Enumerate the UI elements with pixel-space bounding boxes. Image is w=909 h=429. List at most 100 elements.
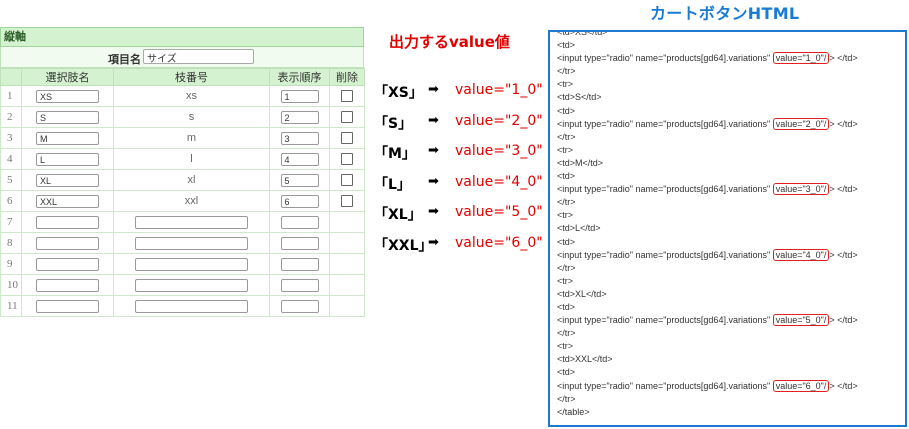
branch-number-input[interactable] <box>135 299 248 313</box>
highlighted-value: value="5_0"/ <box>772 314 830 327</box>
code-line: </tr> <box>557 262 858 275</box>
code-text: </tr> <box>557 66 576 77</box>
row-number: 8 <box>0 232 22 254</box>
option-name-input[interactable]: XL <box>36 173 99 187</box>
right-arrow-icon: ➡ <box>428 143 439 158</box>
code-line-input: <input type="radio" name="products[gd64]… <box>557 183 858 196</box>
option-name-input[interactable] <box>36 278 99 292</box>
column-header-num <box>0 68 22 86</box>
size-label: 「XXL」 <box>374 237 433 254</box>
branch-number-input[interactable]: m <box>135 132 248 145</box>
display-order-input[interactable]: 1 <box>280 89 319 103</box>
table-row: 4Ll4 <box>0 148 365 170</box>
branch-number-input[interactable] <box>135 278 248 292</box>
table-row: 6 XXL xxl 6 <box>0 190 365 212</box>
branch-number-input[interactable] <box>135 215 248 229</box>
value-string: value="5_0" <box>455 204 543 220</box>
code-line-input: <input type="radio" name="products[gd64]… <box>557 117 858 131</box>
display-order-input[interactable]: 3 <box>280 131 319 145</box>
code-line: <tr> <box>557 78 858 91</box>
row-number: 1 <box>0 85 22 107</box>
delete-checkbox[interactable] <box>341 153 353 166</box>
code-text: </td> <box>837 118 858 129</box>
size-label: 「M」 <box>374 146 416 162</box>
column-header-option-name: 選択肢名 <box>21 68 114 86</box>
delete-checkbox[interactable] <box>341 195 353 208</box>
table-row: 7 <box>0 211 365 233</box>
item-name-input[interactable]: サイズ <box>143 49 254 65</box>
column-header-delete: 削除 <box>329 68 365 86</box>
option-name-input[interactable]: S <box>36 110 99 124</box>
display-order-input[interactable]: 4 <box>280 152 319 166</box>
right-arrow-icon: ➡ <box>428 82 439 97</box>
branch-number-input[interactable]: xxl <box>135 195 248 208</box>
code-line: <tr> <box>557 144 858 157</box>
branch-number-input[interactable] <box>135 236 248 250</box>
highlighted-value: value="1_0"/ <box>772 52 830 65</box>
highlighted-value: value="3_0"/ <box>772 183 830 196</box>
option-name-input[interactable]: XS <box>36 89 99 103</box>
code-text: <td> <box>557 40 576 51</box>
branch-number-input[interactable] <box>135 257 248 271</box>
display-order-input[interactable]: 6 <box>280 194 319 208</box>
option-name-input[interactable] <box>36 257 99 271</box>
code-text: <td> <box>557 105 576 116</box>
code-line-input: <input type="radio" name="products[gd64]… <box>557 379 858 393</box>
highlighted-value: value="6_0"/ <box>772 379 830 392</box>
branch-number-input[interactable]: l <box>135 153 248 166</box>
code-text: > <box>829 380 835 391</box>
code-text: <td>XXL</td> <box>557 354 613 365</box>
code-text: > <box>829 53 835 64</box>
option-name-input[interactable]: L <box>36 152 99 166</box>
table-row: 8 <box>0 232 365 254</box>
code-text: > <box>829 184 835 195</box>
code-line: <td> <box>557 366 858 379</box>
table-row: 10 <box>0 274 365 296</box>
code-line: </tr> <box>557 393 858 406</box>
code-text: <td> <box>557 367 576 378</box>
code-text: > <box>829 118 835 129</box>
option-name-input[interactable] <box>36 299 99 313</box>
table-header-row: 選択肢名 枝番号 表示順序 削除 <box>0 68 365 86</box>
right-arrow-icon: ➡ <box>428 204 439 219</box>
code-line: <tr> <box>557 275 858 288</box>
right-arrow-icon: ➡ <box>428 112 439 128</box>
item-name-row: 項目名 サイズ <box>0 47 364 68</box>
delete-checkbox[interactable] <box>341 174 353 187</box>
display-order-input[interactable] <box>280 278 319 292</box>
row-number: 10 <box>0 274 22 296</box>
code-text: </tr> <box>557 393 576 404</box>
code-line: <tr> <box>557 340 858 353</box>
display-order-input[interactable] <box>280 299 319 313</box>
right-arrow-icon: ➡ <box>428 173 439 189</box>
display-order-input[interactable]: 2 <box>280 110 319 124</box>
code-text: </table> <box>557 406 590 417</box>
code-text: <tr> <box>557 275 574 286</box>
option-name-input[interactable]: M <box>36 131 99 145</box>
code-line: <td> <box>557 170 858 183</box>
code-text: <td>M</td> <box>557 157 604 168</box>
option-name-input[interactable] <box>36 215 99 229</box>
code-line: <td> <box>557 39 858 52</box>
display-order-input[interactable] <box>280 215 319 229</box>
code-text: <input type="radio" name="products[gd64]… <box>557 249 771 260</box>
column-header-display-order: 表示順序 <box>269 68 330 86</box>
code-text: <tr> <box>557 79 574 90</box>
branch-number-input[interactable]: xl <box>135 174 248 187</box>
row-number: 6 <box>0 190 22 212</box>
delete-checkbox[interactable] <box>341 132 353 145</box>
code-line: <td> <box>557 105 858 118</box>
option-name-input[interactable]: XXL <box>36 194 99 208</box>
size-label: 「XL」 <box>374 207 422 223</box>
delete-checkbox[interactable] <box>341 111 353 124</box>
highlighted-value: value="2_0"/ <box>772 117 830 130</box>
branch-number-input[interactable]: xs <box>135 90 248 103</box>
display-order-input[interactable] <box>280 236 319 250</box>
branch-number-input[interactable]: s <box>135 111 248 124</box>
delete-checkbox[interactable] <box>341 90 353 103</box>
display-order-input[interactable]: 5 <box>280 173 319 187</box>
option-name-input[interactable] <box>36 236 99 250</box>
display-order-input[interactable] <box>280 257 319 271</box>
code-text: <td> <box>557 301 576 312</box>
code-text: </td> <box>837 315 858 326</box>
